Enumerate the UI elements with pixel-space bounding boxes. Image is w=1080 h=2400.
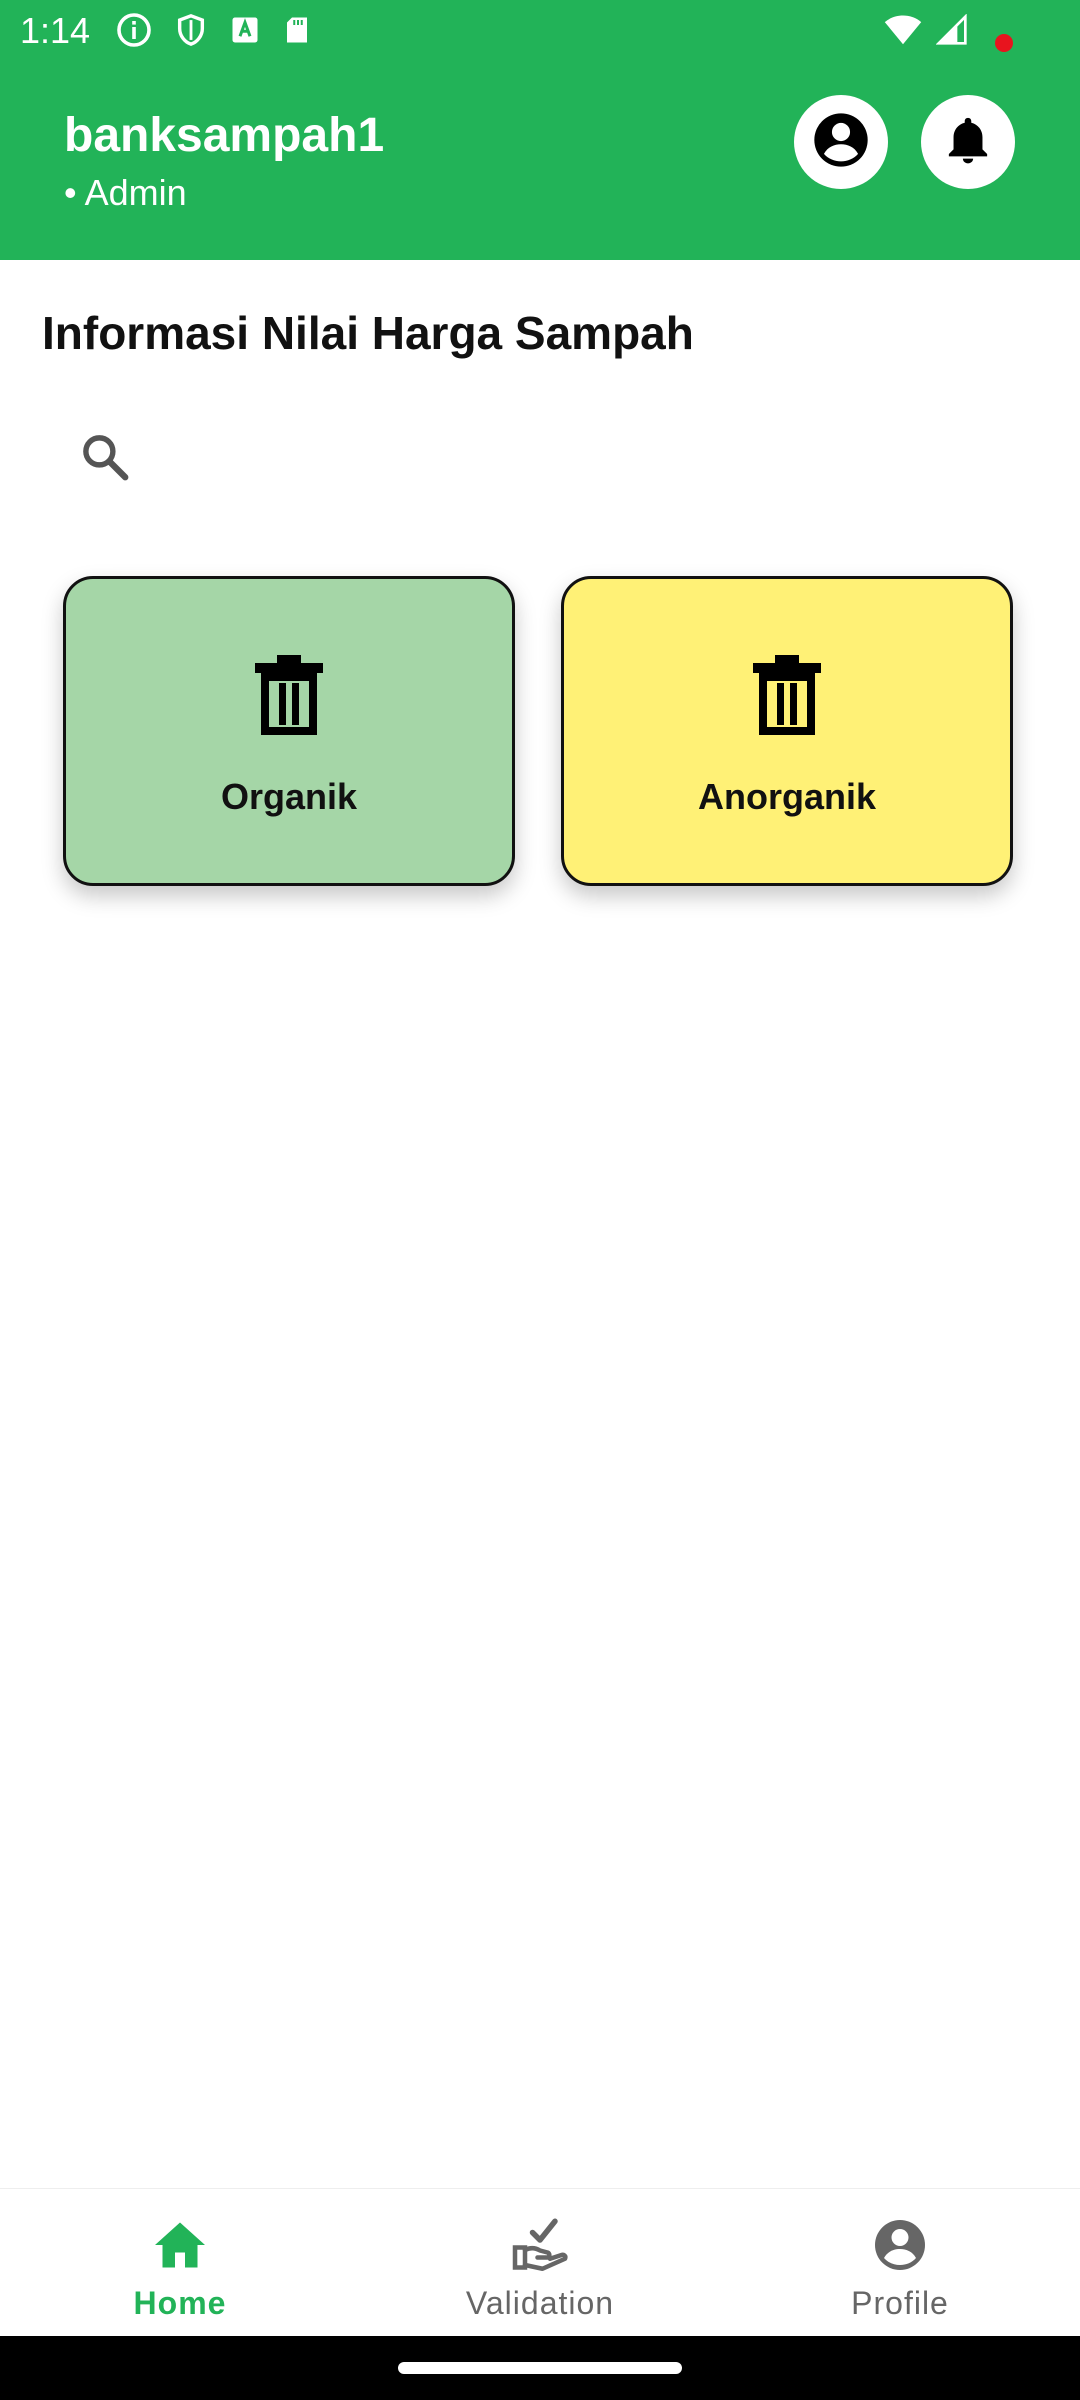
nav-item-home[interactable]: Home <box>0 2189 360 2337</box>
page-title: Informasi Nilai Harga Sampah <box>42 307 694 359</box>
search-input[interactable] <box>152 436 956 484</box>
home-gesture-bar[interactable] <box>398 2362 682 2374</box>
home-icon <box>150 2217 210 2273</box>
info-icon <box>116 12 152 48</box>
trash-icon <box>249 653 329 737</box>
wifi-icon <box>884 14 922 46</box>
sd-card-icon <box>282 13 312 47</box>
notification-button[interactable] <box>921 95 1015 189</box>
nav-item-profile[interactable]: Profile <box>720 2189 1080 2337</box>
notification-badge <box>995 34 1013 52</box>
bell-icon <box>940 110 996 175</box>
app-header: banksampah1 • Admin <box>0 62 1080 260</box>
category-label: Organik <box>220 776 358 817</box>
nav-label: Validation <box>465 2285 615 2321</box>
a-text-icon <box>230 14 260 46</box>
profile-circle-icon <box>870 2217 930 2273</box>
shield-icon <box>174 12 208 48</box>
user-name: banksampah1 <box>64 109 385 162</box>
account-button[interactable] <box>794 95 888 189</box>
status-icons-left <box>116 12 312 48</box>
category-label: Anorganik <box>697 776 876 817</box>
nav-label: Profile <box>851 2285 949 2321</box>
hand-check-icon <box>510 2217 570 2273</box>
account-circle-icon <box>809 108 873 177</box>
status-time: 1:14 <box>20 10 91 51</box>
user-role: • Admin <box>64 172 187 213</box>
category-card-anorganik[interactable]: Anorganik <box>561 576 1013 886</box>
bottom-navigation: Home Validation Profile <box>0 2188 1080 2337</box>
trash-icon <box>747 653 827 737</box>
status-icons-right <box>884 14 968 46</box>
category-card-organik[interactable]: Organik <box>63 576 515 886</box>
nav-label: Home <box>133 2285 227 2321</box>
search-icon[interactable] <box>78 430 132 484</box>
nav-item-validation[interactable]: Validation <box>360 2189 720 2337</box>
search-bar[interactable] <box>78 430 978 490</box>
status-bar: 1:14 <box>0 0 1080 62</box>
signal-icon <box>936 14 968 46</box>
